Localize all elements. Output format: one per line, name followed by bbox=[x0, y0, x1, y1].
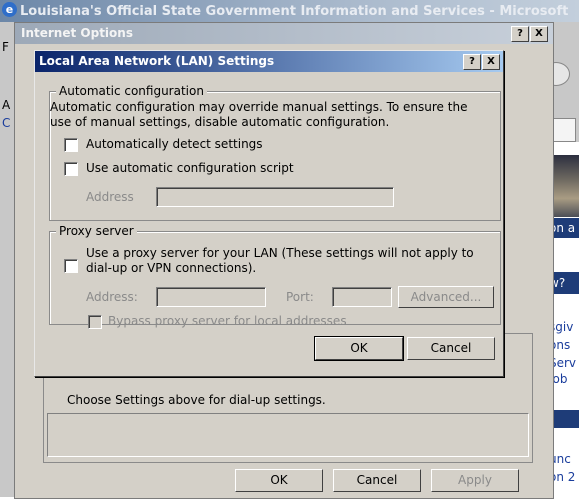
cancel-button[interactable]: Cancel bbox=[333, 469, 421, 492]
lan-settings-title-bar: Local Area Network (LAN) Settings ? X bbox=[35, 51, 503, 72]
automatic-configuration-label: Automatic configuration bbox=[56, 84, 207, 98]
close-button[interactable]: X bbox=[530, 26, 548, 42]
script-address-label: Address bbox=[86, 190, 134, 204]
proxy-address-label: Address: bbox=[86, 290, 138, 304]
lan-settings-title: Local Area Network (LAN) Settings bbox=[39, 54, 275, 68]
apply-button[interactable]: Apply bbox=[431, 469, 519, 492]
use-proxy-label: Use a proxy server for your LAN (These s… bbox=[86, 246, 474, 275]
address-letter: A bbox=[2, 98, 11, 112]
browser-title-bar: e Louisiana's Official State Government … bbox=[0, 0, 579, 22]
ok-button[interactable]: OK bbox=[314, 336, 404, 361]
browser-left-strip: F A C bbox=[0, 22, 14, 497]
proxy-port-field[interactable] bbox=[332, 287, 392, 307]
proxy-address-field[interactable] bbox=[156, 287, 266, 307]
script-address-field[interactable] bbox=[156, 187, 394, 207]
menu-letter-file[interactable]: F bbox=[2, 40, 9, 54]
auto-detect-label: Automatically detect settings bbox=[86, 137, 263, 151]
use-proxy-checkbox[interactable] bbox=[64, 259, 78, 273]
close-button[interactable]: X bbox=[482, 54, 500, 70]
config-script-checkbox[interactable] bbox=[64, 162, 78, 176]
help-button[interactable]: ? bbox=[463, 54, 481, 70]
proxy-server-group: Proxy server Use a proxy server for your… bbox=[49, 224, 501, 329]
internet-options-title-bar: Internet Options ? X bbox=[15, 23, 553, 44]
internet-explorer-icon: e bbox=[2, 2, 17, 17]
ok-button[interactable]: OK bbox=[235, 469, 323, 492]
help-button[interactable]: ? bbox=[511, 26, 529, 42]
links-letter: C bbox=[2, 116, 11, 130]
proxy-port-label: Port: bbox=[286, 290, 314, 304]
advanced-button[interactable]: Advanced... bbox=[398, 286, 494, 308]
internet-options-title: Internet Options bbox=[21, 26, 133, 40]
bypass-proxy-label: Bypass proxy server for local addresses bbox=[108, 314, 347, 328]
lan-settings-dialog: Local Area Network (LAN) Settings ? X Au… bbox=[34, 50, 504, 377]
cancel-button[interactable]: Cancel bbox=[407, 337, 495, 360]
browser-window-title: Louisiana's Official State Government In… bbox=[20, 4, 569, 19]
automatic-configuration-group: Automatic configuration Automatic config… bbox=[49, 84, 501, 221]
config-script-label: Use automatic configuration script bbox=[86, 161, 294, 175]
dialup-settings-text: Choose Settings above for dial-up settin… bbox=[67, 393, 326, 407]
bypass-proxy-checkbox[interactable] bbox=[88, 315, 102, 329]
lan-settings-box bbox=[47, 413, 529, 457]
proxy-server-label: Proxy server bbox=[56, 224, 137, 238]
auto-detect-checkbox[interactable] bbox=[64, 138, 78, 152]
automatic-configuration-description: Automatic configuration may override man… bbox=[50, 100, 468, 129]
